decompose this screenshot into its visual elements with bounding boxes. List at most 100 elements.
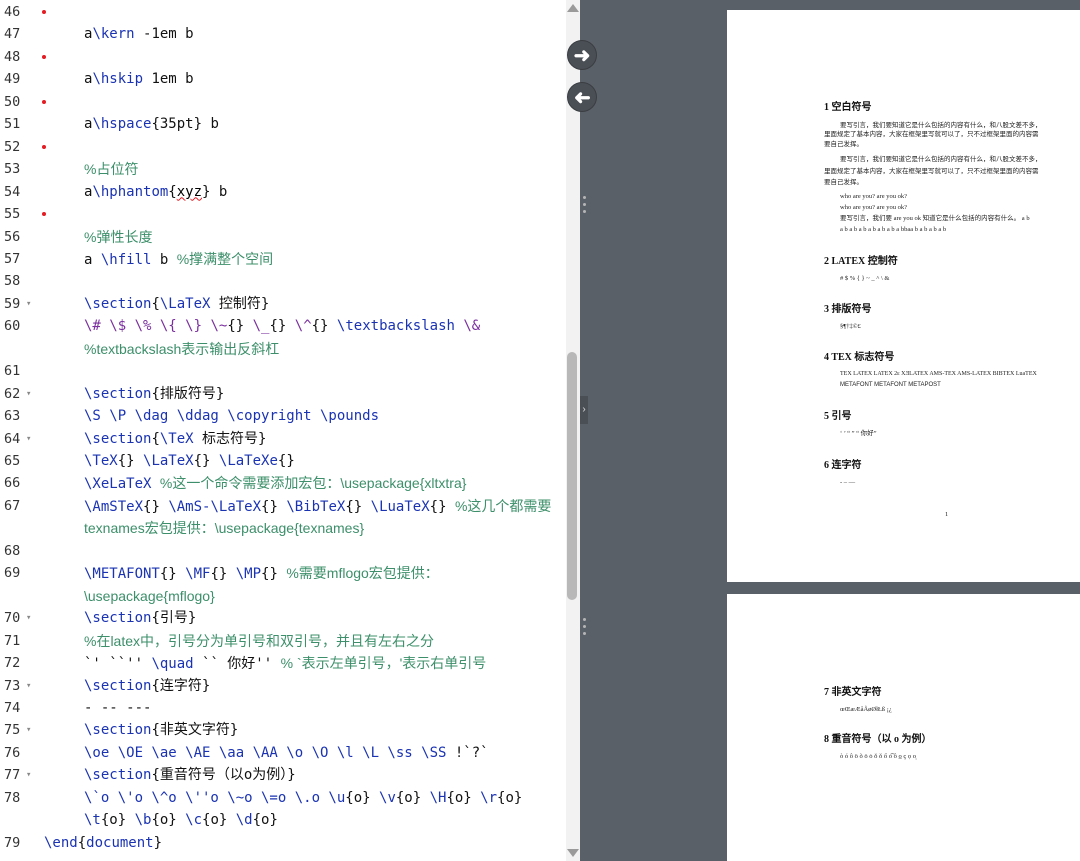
pdf-text: ‘ ’ “ ” “ 你好” [840, 430, 877, 437]
code-line[interactable]: 77 ▾ \section{重音符号（以o为例）} [0, 764, 566, 786]
line-number: 58 [4, 273, 21, 290]
code-token: %textbackslash表示输出反斜杠 [84, 340, 280, 357]
pdf-text: 要自己发挥。 [824, 179, 863, 186]
fold-toggle-icon[interactable]: ▾ [26, 293, 31, 315]
code-token: \r [480, 789, 498, 806]
code-line[interactable]: 73 ▾ \section{连字符} [0, 675, 566, 697]
code-line[interactable]: 52 [0, 136, 566, 158]
code-token: \AmS-\LaTeX [168, 498, 262, 515]
code-line[interactable]: 67 \AmSTeX{} \AmS-\LaTeX{} \BibTeX{} \Lua… [0, 495, 566, 517]
code-line[interactable]: 59 ▾ \section{\LaTeX 控制符} [0, 293, 566, 315]
line-marker-icon [42, 99, 46, 104]
code-line[interactable]: \t{o} \b{o} \c{o} \d{o} [0, 809, 566, 831]
code-line[interactable]: %textbackslash表示输出反斜杠 [0, 338, 566, 360]
fold-toggle-icon[interactable]: ▾ [26, 764, 31, 786]
code-line[interactable]: 66 \XeLaTeX %这一个命令需要添加宏包：\usepackage{xltx… [0, 472, 566, 494]
code-line[interactable]: 46 [0, 1, 566, 23]
code-token: 1em b [143, 71, 194, 88]
code-line[interactable]: 76 \oe \OE \ae \AE \aa \AA \o \O \l \L \s… [0, 742, 566, 764]
code-line[interactable]: 63 \S \P \dag \ddag \copyright \pounds [0, 405, 566, 427]
code-token: {o} [446, 789, 481, 806]
section-heading: 8 重音符号（以 o 为例） [824, 734, 932, 745]
code-line[interactable]: 57 a \hfill b %撑满整个空间 [0, 248, 566, 270]
sync-to-pdf-button[interactable]: ➜ [567, 40, 597, 70]
code-token: \BibTeX [286, 498, 346, 515]
code-line[interactable]: 56 %弹性长度 [0, 226, 566, 248]
code-line[interactable]: 69 \METAFONT{} \MF{} \MP{} %需要mflogo宏包提供： [0, 562, 566, 584]
code-text: \section{非英文字符} [84, 719, 238, 741]
line-number: 54 [4, 183, 21, 200]
collapse-pane-icon[interactable]: › [580, 396, 588, 424]
code-line[interactable]: \usepackage{mflogo} [0, 585, 566, 607]
code-line[interactable]: 65 \TeX{} \LaTeX{} \LaTeXe{} [0, 450, 566, 472]
code-line[interactable]: 70 ▾ \section{引号} [0, 607, 566, 629]
code-line[interactable]: 50 [0, 91, 566, 113]
code-token: { [77, 834, 87, 851]
splitter-grip-icon [583, 625, 586, 628]
code-token: {} [277, 453, 295, 469]
code-line[interactable]: 55 [0, 203, 566, 225]
code-line[interactable]: 79 \end{document} [0, 832, 566, 854]
code-text: \section{引号} [84, 607, 196, 629]
fold-toggle-icon[interactable]: ▾ [26, 719, 31, 741]
code-line[interactable]: 51 a\hspace{35pt} b [0, 113, 566, 135]
code-token: \t [84, 812, 101, 829]
arrow-right-icon: ➜ [573, 45, 591, 67]
code-line[interactable]: 64 ▾ \section{\TeX 标志符号} [0, 428, 566, 450]
code-line[interactable]: 78 \`o \'o \^o \''o \~o \=o \.o \u{o} \v{… [0, 787, 566, 809]
line-number: 74 [4, 699, 21, 716]
code-text: \`o \'o \^o \''o \~o \=o \.o \u{o} \v{o}… [84, 787, 522, 809]
line-number: 66 [4, 475, 21, 492]
code-line[interactable]: texnames宏包提供：\usepackage{texnames} [0, 517, 566, 539]
fold-toggle-icon[interactable]: ▾ [26, 675, 31, 697]
code-line[interactable]: 60 \# \$ \% \{ \} \~{} \_{} \^{} \textbac… [0, 315, 566, 337]
pdf-page-2 [727, 594, 1080, 861]
code-text: a \hfill b %撑满整个空间 [84, 248, 273, 271]
line-number: 60 [4, 318, 21, 335]
line-marker-icon [42, 212, 46, 217]
scroll-up-arrow-icon[interactable] [567, 4, 579, 12]
code-token: \d [235, 812, 253, 829]
code-line[interactable]: 54 a\hphantom{xyz} b [0, 181, 566, 203]
code-line[interactable]: 48 [0, 46, 566, 68]
code-line[interactable]: 62 ▾ \section{排版符号} [0, 383, 566, 405]
code-line[interactable]: 61 [0, 360, 566, 382]
line-number: 47 [4, 26, 21, 43]
line-number: 50 [4, 93, 21, 110]
code-token: \c [185, 812, 203, 829]
scroll-down-arrow-icon[interactable] [567, 849, 579, 857]
code-token: \section [84, 677, 152, 694]
code-token: %撑满整个空间 [176, 250, 274, 267]
code-line[interactable]: 72 `' ``'' \quad `` 你好'' % `表示左单引号，'表示右单引… [0, 652, 566, 674]
code-line[interactable]: 53 %占位符 [0, 158, 566, 180]
line-number: 49 [4, 71, 21, 88]
code-line[interactable]: 71 %在latex中，引号分为单引号和双引号，并且有左右之分 [0, 630, 566, 652]
line-number: 53 [4, 161, 21, 178]
code-token: \`o \'o \^o \''o \~o \=o \.o \u [84, 789, 346, 806]
code-token: {非英文字符} [151, 722, 239, 739]
code-line[interactable]: 49 a\hskip 1em b [0, 68, 566, 90]
code-token: \hskip [92, 71, 144, 88]
code-line[interactable]: 68 [0, 540, 566, 562]
code-token: \v [379, 789, 396, 806]
code-line[interactable]: 47 a\kern -1em b [0, 23, 566, 45]
pdf-text: METAFONT METAFONT METAPOST [840, 382, 941, 388]
code-token: %这几个都需要 [454, 497, 552, 514]
code-token: {} [210, 566, 236, 583]
code-token: {} [193, 453, 219, 469]
fold-toggle-icon[interactable]: ▾ [26, 607, 31, 629]
editor-scrollbar-thumb[interactable] [567, 352, 577, 600]
pane-splitter[interactable] [580, 0, 588, 861]
fold-toggle-icon[interactable]: ▾ [26, 428, 31, 450]
fold-toggle-icon[interactable]: ▾ [26, 383, 31, 405]
code-token: \# \$ \% \{ \} [84, 318, 203, 335]
code-line[interactable]: 75 ▾ \section{非英文字符} [0, 719, 566, 741]
code-token: {o} [395, 789, 430, 806]
code-token: {o} [252, 812, 278, 829]
code-editor[interactable]: 46 47 a\kern -1em b 48 49 a\hskip 1em b 50 51 a\… [0, 0, 566, 861]
code-token: \LaTeX [143, 453, 194, 469]
code-token: \H [429, 789, 447, 806]
sync-to-source-button[interactable]: ➜ [567, 82, 597, 112]
code-line[interactable]: 74 - -- --- [0, 697, 566, 719]
code-line[interactable]: 58 [0, 270, 566, 292]
